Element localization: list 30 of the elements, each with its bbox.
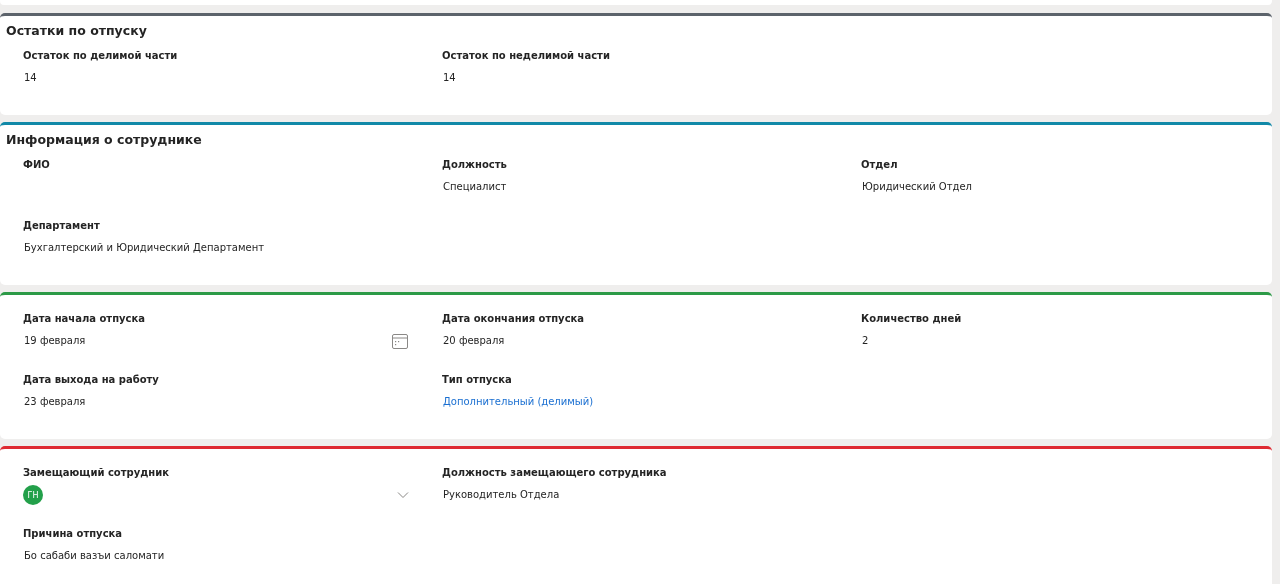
- date-value: 19 февраля: [23, 334, 86, 348]
- field-label: Департамент: [23, 219, 101, 233]
- field-label: Дата начала отпуска: [23, 312, 147, 326]
- section-title: Остатки по отпуску: [5, 22, 148, 40]
- calendar-icon[interactable]: [391, 332, 409, 350]
- avatar: ГН: [23, 485, 43, 505]
- field-label: Дата выхода на работу: [23, 373, 160, 387]
- field-value: 14: [23, 71, 37, 85]
- field-value: Специалист: [442, 180, 507, 194]
- field-value: 14: [442, 71, 456, 85]
- field-label: Замещающий сотрудник: [23, 466, 170, 480]
- field-value: 20 февраля: [442, 334, 505, 348]
- field-value: Юридический Отдел: [861, 180, 972, 194]
- field-label: Остаток по неделимой части: [442, 49, 611, 63]
- section-title: Информация о сотруднике: [5, 131, 203, 149]
- field-label: Отдел: [861, 158, 899, 172]
- field-value: Бо сабаби вазъи саломати: [23, 549, 165, 563]
- field-value: Бухгалтерский и Юридический Департамент: [23, 241, 264, 255]
- field-value: 2: [861, 334, 869, 348]
- field-label: Причина отпуска: [23, 527, 124, 541]
- field-value: Руководитель Отдела: [442, 488, 560, 502]
- field-label: Количество дней: [861, 312, 963, 326]
- field-label: Тип отпуска: [442, 373, 513, 387]
- field-label: Должность: [442, 158, 508, 172]
- field-label: Должность замещающего сотрудника: [442, 466, 668, 480]
- field-link[interactable]: Дополнительный (делимый): [442, 395, 594, 409]
- field-label: Дата окончания отпуска: [442, 312, 586, 326]
- field-label: Остаток по делимой части: [23, 49, 179, 63]
- field-label: ФИО: [23, 158, 51, 172]
- field-value: 23 февраля: [23, 395, 86, 409]
